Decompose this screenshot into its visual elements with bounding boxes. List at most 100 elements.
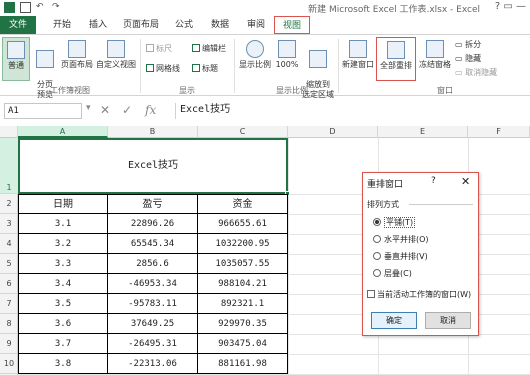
selected-cell-a1[interactable]: Excel技巧 xyxy=(18,138,290,196)
tab-page-layout[interactable]: 页面布局 xyxy=(116,16,166,34)
zoom-to-selection-button[interactable]: 缩放到 选定区域 xyxy=(301,37,335,99)
radio-horizontal[interactable]: 水平并排(O) xyxy=(373,234,429,245)
formula-bar-checkbox[interactable]: 编辑栏 xyxy=(192,43,226,54)
data-cell[interactable]: -26495.31 xyxy=(108,334,198,354)
data-cell[interactable]: -46953.34 xyxy=(108,274,198,294)
data-cell[interactable]: 1035057.55 xyxy=(198,254,288,274)
tab-formulas[interactable]: 公式 xyxy=(166,16,202,34)
header-cell-profit[interactable]: 盈亏 xyxy=(108,194,198,214)
data-cell[interactable]: 3.3 xyxy=(18,254,108,274)
column-header-a[interactable]: A xyxy=(18,126,108,138)
row-header-2[interactable]: 2 xyxy=(0,194,18,214)
data-cell[interactable]: 1032200.95 xyxy=(198,234,288,254)
data-cell[interactable]: 881161.98 xyxy=(198,354,288,374)
column-header-c[interactable]: C xyxy=(198,126,288,138)
zoom-label: 显示比例 xyxy=(239,60,271,69)
data-cell[interactable]: 3.8 xyxy=(18,354,108,374)
arrange-section-label: 排列方式 xyxy=(367,200,399,209)
column-header-f[interactable]: F xyxy=(468,126,530,138)
active-workbook-checkbox[interactable]: 当前活动工作簿的窗口(W) xyxy=(367,289,471,300)
data-cell[interactable]: 892321.1 xyxy=(198,294,288,314)
enter-icon[interactable]: ✓ xyxy=(122,103,132,117)
formula-input[interactable]: Excel技巧 xyxy=(175,103,530,119)
hide-button[interactable]: ▭ 隐藏 xyxy=(455,53,481,64)
freeze-panes-button[interactable]: 冻结窗格 xyxy=(418,37,452,81)
cancel-icon[interactable]: ✕ xyxy=(100,103,110,117)
cancel-button[interactable]: 取消 xyxy=(425,312,471,329)
arrange-all-label: 全部重排 xyxy=(380,61,412,70)
name-box[interactable]: A1 xyxy=(4,103,82,119)
section-divider xyxy=(409,204,473,205)
row-header-10[interactable]: 10 xyxy=(0,354,18,374)
data-cell[interactable]: 3.1 xyxy=(18,214,108,234)
ribbon-tabs: 文件 开始 插入 页面布局 公式 数据 审阅 视图 xyxy=(0,16,530,34)
row-header-4[interactable]: 4 xyxy=(0,234,18,254)
column-header-b[interactable]: B xyxy=(108,126,198,138)
radio-cascade[interactable]: 层叠(C) xyxy=(373,268,412,279)
help-icon[interactable]: ? xyxy=(431,176,436,186)
radio-tiled[interactable]: 平铺(T) xyxy=(373,217,416,228)
custom-views-icon xyxy=(107,40,125,58)
zoom-100-label: 100% xyxy=(275,60,299,69)
tab-insert[interactable]: 插入 xyxy=(80,16,116,34)
tab-review[interactable]: 审阅 xyxy=(238,16,274,34)
column-header-d[interactable]: D xyxy=(288,126,378,138)
data-cell[interactable]: 65545.34 xyxy=(108,234,198,254)
data-cell[interactable]: 3.5 xyxy=(18,294,108,314)
data-cell[interactable]: 2856.6 xyxy=(108,254,198,274)
tab-home[interactable]: 开始 xyxy=(44,16,80,34)
row-header-7[interactable]: 7 xyxy=(0,294,18,314)
column-header-e[interactable]: E xyxy=(378,126,468,138)
data-cell[interactable]: 3.6 xyxy=(18,314,108,334)
select-all-corner[interactable] xyxy=(0,126,18,138)
data-cell[interactable]: 37649.25 xyxy=(108,314,198,334)
radio-vertical[interactable]: 垂直并排(V) xyxy=(373,251,428,262)
row-header-5[interactable]: 5 xyxy=(0,254,18,274)
header-cell-funds[interactable]: 资金 xyxy=(198,194,288,214)
new-window-button[interactable]: 新建窗口 xyxy=(341,37,375,81)
data-cell[interactable]: 3.7 xyxy=(18,334,108,354)
normal-view-button[interactable]: 普通 xyxy=(2,37,30,81)
custom-views-button[interactable]: 自定义视图 xyxy=(95,37,137,81)
data-cell[interactable]: 3.2 xyxy=(18,234,108,254)
page-layout-icon xyxy=(68,40,86,58)
gridlines-checkbox[interactable]: 网格线 xyxy=(146,63,180,74)
data-cell[interactable]: 903475.04 xyxy=(198,334,288,354)
data-cell[interactable]: -22313.06 xyxy=(108,354,198,374)
row-header-8[interactable]: 8 xyxy=(0,314,18,334)
data-cell[interactable]: 22896.26 xyxy=(108,214,198,234)
page-break-preview-button[interactable]: 分页 预览 xyxy=(32,37,58,99)
data-cell[interactable]: 3.4 xyxy=(18,274,108,294)
normal-view-label: 普通 xyxy=(8,61,24,70)
window-controls[interactable]: ? ▭ — xyxy=(495,1,526,12)
close-icon[interactable]: ✕ xyxy=(461,175,470,188)
new-window-icon xyxy=(349,40,367,58)
tab-data[interactable]: 数据 xyxy=(202,16,238,34)
tab-file[interactable]: 文件 xyxy=(0,16,36,34)
headings-checkbox[interactable]: 标题 xyxy=(192,63,218,74)
tab-view[interactable]: 视图 xyxy=(274,16,310,34)
data-cell[interactable]: -95783.11 xyxy=(108,294,198,314)
data-cell[interactable]: 988104.21 xyxy=(198,274,288,294)
page-layout-button[interactable]: 页面布局 xyxy=(60,37,94,81)
insert-function-icon[interactable]: fx xyxy=(145,103,156,117)
group-label-zoom: 显示比例 xyxy=(276,86,308,95)
ruler-checkbox[interactable]: 标尺 xyxy=(146,43,172,54)
row-header-9[interactable]: 9 xyxy=(0,334,18,354)
row-header-1[interactable]: 1 xyxy=(0,138,18,194)
data-cell[interactable]: 929970.35 xyxy=(198,314,288,334)
split-button[interactable]: ▭ 拆分 xyxy=(455,39,481,50)
unhide-button[interactable]: ▭ 取消隐藏 xyxy=(455,67,497,78)
arrange-all-icon xyxy=(387,41,405,59)
custom-views-label: 自定义视图 xyxy=(96,60,136,69)
group-label-show: 显示 xyxy=(179,86,195,95)
zoom-button[interactable]: 显示比例 xyxy=(238,37,272,81)
row-header-6[interactable]: 6 xyxy=(0,274,18,294)
zoom-100-button[interactable]: 100% xyxy=(274,37,300,81)
name-box-dropdown-icon[interactable]: ▾ xyxy=(86,103,91,113)
header-cell-date[interactable]: 日期 xyxy=(18,194,108,214)
arrange-all-button[interactable]: 全部重排 xyxy=(376,37,416,81)
ok-button[interactable]: 确定 xyxy=(371,312,417,329)
data-cell[interactable]: 966655.61 xyxy=(198,214,288,234)
row-header-3[interactable]: 3 xyxy=(0,214,18,234)
